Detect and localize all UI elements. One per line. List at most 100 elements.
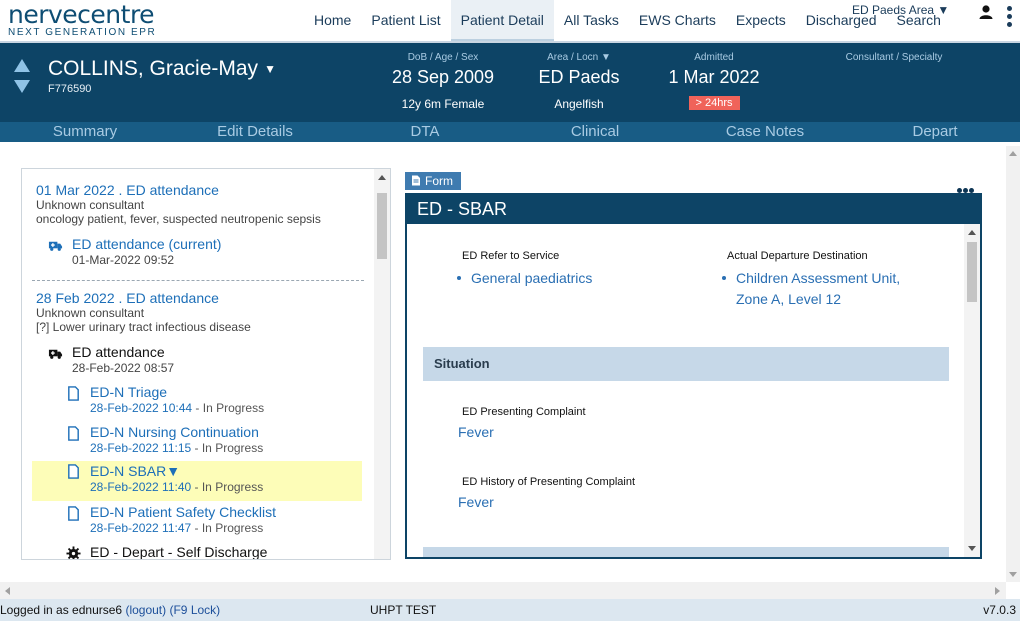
location-value: Angelfish (554, 97, 604, 111)
kebab-menu-icon[interactable] (1005, 6, 1013, 32)
history-complaint-value: Fever (458, 494, 494, 510)
list-item[interactable]: ED attendance 28-Feb-2022 08:57 (48, 344, 348, 384)
main-vertical-scrollbar[interactable] (1006, 146, 1020, 582)
logged-in-text: Logged in as ednurse6 (0, 603, 123, 617)
timeline-scrollbar[interactable] (374, 169, 390, 559)
attendance-consultant: Unknown consultant (36, 198, 145, 212)
history-complaint-label: ED History of Presenting Complaint (462, 476, 636, 488)
list-item-name: ED-N Nursing Continuation (90, 424, 259, 440)
list-item[interactable]: ED-N Triage 28-Feb-2022 10:44 - In Progr… (66, 384, 346, 424)
gear-icon (66, 546, 81, 559)
chevron-down-icon[interactable]: ▼ (264, 62, 276, 76)
form-more-icon[interactable] (957, 180, 975, 193)
dob-value: 28 Sep 2009 (391, 67, 495, 87)
document-icon (68, 464, 79, 479)
patient-name-text: COLLINS, Gracie-May (48, 57, 259, 80)
tab-dta[interactable]: DTA (340, 122, 510, 142)
patient-nav-arrows (14, 59, 30, 101)
user-icon[interactable] (978, 4, 994, 20)
dob-column: DoB / Age / Sex 28 Sep 2009 12y 6m Femal… (380, 52, 506, 113)
list-item-name: ED-N Triage (90, 384, 168, 400)
patient-tabs: Summary Edit Details DTA Clinical Case N… (0, 122, 1020, 142)
tab-summary[interactable]: Summary (0, 122, 170, 142)
list-item[interactable]: ED-N Patient Safety Checklist 28-Feb-202… (66, 504, 346, 544)
logout-link[interactable]: (logout) (125, 603, 166, 617)
list-item-status: - In Progress (192, 401, 265, 415)
tab-edit-details[interactable]: Edit Details (170, 122, 340, 142)
nav-all-tasks[interactable]: All Tasks (554, 0, 629, 41)
list-item-date: 01-Mar-2022 09:52 (72, 253, 175, 267)
list-item-datetime: 28-Feb-2022 11:47 (90, 521, 192, 535)
list-item[interactable]: ED - Depart - Self Discharge (66, 544, 346, 560)
document-icon (68, 426, 79, 441)
nav-home[interactable]: Home (304, 0, 361, 41)
admitted-value: 1 Mar 2022 (668, 67, 760, 87)
form-title: ED - SBAR (407, 195, 980, 224)
departure-destination-line2: Zone A, Level 12 (736, 291, 842, 307)
scrollbar-thumb[interactable] (377, 193, 387, 259)
nav-patient-detail[interactable]: Patient Detail (450, 0, 554, 41)
attendance-reason: oncology patient, fever, suspected neutr… (36, 212, 321, 226)
section-next (423, 547, 949, 557)
list-item[interactable]: ED attendance (current) 01-Mar-2022 09:5… (48, 236, 348, 276)
list-item-name: ED - Depart - Self Discharge (90, 544, 268, 560)
area-selector[interactable]: ED Paeds Area ▼ (852, 3, 949, 17)
list-item-status: - In Progress (191, 480, 264, 494)
departure-destination-label: Actual Departure Destination (727, 250, 868, 262)
refer-service-text: General paediatrics (471, 270, 593, 286)
admitted-column: Admitted 1 Mar 2022 > 24hrs (654, 52, 774, 111)
version-label: v7.0.3 (983, 603, 1016, 617)
nav-ews-charts[interactable]: EWS Charts (629, 0, 726, 41)
ambulance-icon (48, 241, 63, 251)
previous-patient-icon[interactable] (14, 59, 30, 72)
list-item-datetime: 28-Feb-2022 11:40 (90, 480, 192, 494)
attendance-reason: [?] Lower urinary tract infectious disea… (36, 320, 251, 334)
list-item-date: 28-Feb-2022 10:44 - In Progress (90, 401, 264, 415)
logo-name: nervecentre (8, 0, 155, 29)
scrollbar-thumb[interactable] (967, 242, 977, 302)
list-item-date: 28-Feb-2022 11:15 - In Progress (90, 441, 263, 455)
list-item-datetime: 28-Feb-2022 10:44 (90, 401, 193, 415)
presenting-complaint-value: Fever (458, 424, 494, 440)
patient-id: F776590 (48, 83, 92, 95)
logo: nervecentre NEXT GENERATION EPR (8, 2, 156, 38)
attendance-consultant: Unknown consultant (36, 306, 145, 320)
nav-expects[interactable]: Expects (726, 0, 796, 41)
departure-destination-line1: Children Assessment Unit, (736, 270, 901, 286)
list-item-selected[interactable]: ED-N SBAR▼ 28-Feb-2022 11:40 - In Progre… (32, 461, 362, 501)
next-patient-icon[interactable] (14, 80, 30, 93)
list-item-status: - In Progress (191, 521, 264, 535)
attendance-divider (32, 280, 364, 281)
ambulance-icon (48, 349, 63, 359)
lock-link[interactable]: (F9 Lock) (169, 603, 220, 617)
area-column: Area / Locn ▼ ED Paeds Angelfish (520, 52, 638, 113)
list-item-name: ED attendance (current) (72, 236, 222, 252)
refer-service-label: ED Refer to Service (462, 250, 560, 262)
length-of-stay-badge: > 24hrs (688, 96, 740, 110)
tab-depart[interactable]: Depart (850, 122, 1020, 142)
document-icon (68, 386, 79, 401)
attendance-title[interactable]: 28 Feb 2022 . ED attendance (36, 290, 251, 306)
attendance-header: 28 Feb 2022 . ED attendance Unknown cons… (36, 290, 251, 334)
list-item-date: 28-Feb-2022 11:47 - In Progress (90, 521, 263, 535)
logo-tagline: NEXT GENERATION EPR (8, 27, 157, 38)
app-window: nervecentre NEXT GENERATION EPR Home Pat… (0, 0, 1020, 621)
horizontal-scrollbar[interactable] (0, 582, 1006, 599)
attendance-title[interactable]: 01 Mar 2022 . ED attendance (36, 182, 321, 198)
tab-case-notes[interactable]: Case Notes (680, 122, 850, 142)
form-body: ED Refer to Service General paediatrics … (407, 224, 980, 557)
patient-name[interactable]: COLLINS, Gracie-May ▼ (48, 57, 276, 81)
form-scrollbar[interactable] (964, 224, 980, 557)
top-bar: nervecentre NEXT GENERATION EPR Home Pat… (0, 0, 1020, 43)
status-bar: Logged in as ednurse6 (logout) (F9 Lock)… (0, 599, 1020, 621)
nav-patient-list[interactable]: Patient List (361, 0, 450, 41)
patient-banner: COLLINS, Gracie-May ▼ F776590 DoB / Age /… (0, 43, 1020, 122)
list-item-datetime: 28-Feb-2022 11:15 (90, 441, 192, 455)
departure-destination-value: Children Assessment Unit, Zone A, Level … (722, 268, 900, 310)
area-label[interactable]: Area / Locn ▼ (520, 52, 638, 64)
section-situation: Situation (423, 347, 949, 381)
form-tag[interactable]: Form (405, 172, 461, 190)
tab-clinical[interactable]: Clinical (510, 122, 680, 142)
consultant-label: Consultant / Specialty (845, 52, 943, 63)
list-item[interactable]: ED-N Nursing Continuation 28-Feb-2022 11… (66, 424, 346, 464)
